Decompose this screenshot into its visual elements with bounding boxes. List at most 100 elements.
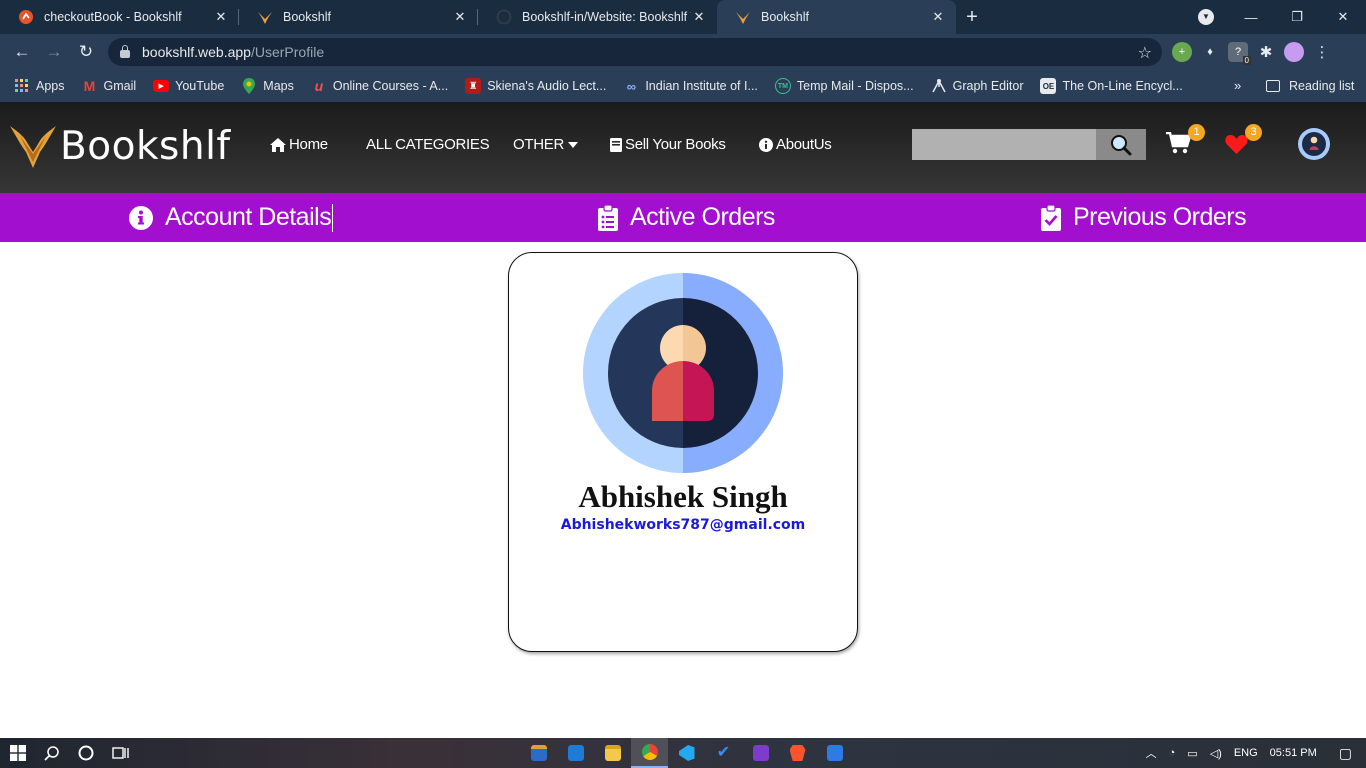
new-tab-button[interactable]: +: [956, 0, 988, 34]
tab-title: Bookshlf-in/Website: Bookshlf W: [522, 10, 691, 24]
windows-start-icon[interactable]: [10, 745, 26, 761]
bookshlf-bird-icon: [10, 126, 56, 168]
search-input[interactable]: [912, 129, 1096, 160]
bookmark-item[interactable]: Graph Editor: [931, 78, 1023, 94]
bookmark-item[interactable]: Maps: [241, 78, 294, 94]
nav-other-dropdown[interactable]: OTHER: [513, 136, 581, 153]
close-window-icon[interactable]: ✕: [1320, 9, 1366, 25]
taskbar-store-icon[interactable]: [520, 738, 557, 768]
bookmark-item[interactable]: TM Temp Mail - Dispos...: [774, 78, 914, 94]
taskbar-onenote-icon[interactable]: [742, 738, 779, 768]
tab-previous-orders[interactable]: Previous Orders: [1041, 193, 1247, 242]
back-icon[interactable]: ←: [6, 42, 38, 62]
browser-tab[interactable]: Bookshlf-in/Website: Bookshlf W ✕: [478, 0, 717, 34]
minimize-icon[interactable]: —: [1228, 10, 1274, 25]
user-email[interactable]: Abhishekworks787@gmail.com: [509, 517, 857, 533]
nav-home[interactable]: Home: [270, 136, 328, 153]
search-icon[interactable]: [44, 745, 60, 761]
volume-icon[interactable]: ◁): [1210, 747, 1222, 760]
bookshlf-logo-icon: [735, 9, 751, 25]
shield-extension-icon[interactable]: ? 0: [1228, 42, 1251, 65]
bookmark-item[interactable]: M Gmail: [82, 78, 137, 94]
taskbar-vscode-icon[interactable]: [668, 738, 705, 768]
github-icon: [496, 9, 512, 25]
shield-crest-icon: ♜: [465, 78, 482, 94]
wishlist-button[interactable]: [1225, 134, 1248, 159]
bookmark-item[interactable]: ♜ Skiena's Audio Lect...: [465, 78, 606, 94]
kebab-menu-icon[interactable]: ⋮: [1312, 42, 1332, 62]
task-view-icon[interactable]: [112, 745, 130, 761]
taskbar-word-icon[interactable]: [816, 738, 853, 768]
extensions-area: + ♦ ? 0 ✱ ⋮: [1172, 34, 1332, 70]
browser-toolbar: ← → ↻ bookshlf.web.app/UserProfile ☆ + ♦…: [0, 34, 1366, 70]
bookmark-label: Maps: [263, 79, 294, 93]
profile-button[interactable]: [1298, 128, 1330, 160]
gmail-icon: M: [83, 78, 96, 94]
url-host: bookshlf.web.app: [142, 44, 251, 60]
nav-all-categories[interactable]: ALL CATEGORIES: [366, 136, 490, 153]
browser-tab-active[interactable]: Bookshlf ✕: [717, 0, 956, 34]
nav-label: ALL CATEGORIES: [366, 136, 490, 153]
tray-chevron-icon[interactable]: ︿: [1146, 745, 1157, 761]
taskbar-mail-icon[interactable]: [557, 738, 594, 768]
bookmark-label: The On-Line Encycl...: [1062, 79, 1183, 93]
nav-sell-books[interactable]: Sell Your Books: [610, 136, 726, 153]
taskbar-explorer-icon[interactable]: [594, 738, 631, 768]
notifications-icon[interactable]: ▢: [1339, 745, 1352, 762]
address-bar[interactable]: bookshlf.web.app/UserProfile ☆: [108, 38, 1162, 66]
udemy-icon: u: [314, 78, 324, 94]
text-cursor: [332, 203, 334, 232]
close-tab-icon[interactable]: ✕: [930, 9, 946, 25]
reload-icon[interactable]: ↻: [70, 42, 102, 62]
search-button[interactable]: [1096, 129, 1146, 160]
restore-icon[interactable]: ❐: [1274, 9, 1320, 25]
nav-label: AboutUs: [776, 136, 832, 153]
reading-list-label: Reading list: [1289, 79, 1355, 93]
window-controls: — ❐ ✕: [1228, 0, 1366, 34]
nav-about-us[interactable]: AboutUs: [759, 136, 832, 153]
taskbar-brave-icon[interactable]: [779, 738, 816, 768]
bookmark-item[interactable]: u Online Courses - A...: [311, 78, 449, 94]
browser-tab[interactable]: checkoutBook - Bookshlf ✕: [0, 0, 239, 34]
cortana-icon[interactable]: [78, 745, 94, 761]
bookmark-label: YouTube: [175, 79, 225, 93]
profile-avatar-icon: [583, 273, 783, 473]
bookmarks-bar: Apps M Gmail ▶ YouTube Maps u Online Course…: [0, 70, 1366, 102]
close-tab-icon[interactable]: ✕: [213, 9, 229, 25]
cart-button[interactable]: [1166, 131, 1192, 159]
bookmark-item[interactable]: ∞ Indian Institute of I...: [623, 78, 758, 94]
reading-list-button[interactable]: Reading list: [1266, 70, 1354, 102]
bookmark-item[interactable]: ▶ YouTube: [153, 79, 224, 93]
forward-icon[interactable]: →: [38, 42, 70, 62]
tab-title: checkoutBook - Bookshlf: [44, 10, 182, 24]
browser-tab[interactable]: Bookshlf ✕: [239, 0, 478, 34]
wifi-icon[interactable]: ◔: [1169, 747, 1176, 759]
site-logo[interactable]: Bookshlf: [10, 122, 231, 170]
bookshlf-orange-icon: [18, 9, 34, 25]
bookmarks-overflow-icon[interactable]: »: [1234, 78, 1241, 93]
language-indicator[interactable]: ENG: [1234, 747, 1258, 759]
info-circle-icon: [129, 205, 153, 230]
graph-icon: [931, 78, 947, 94]
search-icon: [1111, 134, 1132, 155]
taskbar-todo-icon[interactable]: ✔: [705, 738, 742, 768]
tab-search-icon[interactable]: ▼: [1198, 9, 1214, 25]
nav-label: OTHER: [513, 136, 565, 153]
bookshlf-logo-icon: [257, 9, 273, 25]
bookmark-item[interactable]: OE The On-Line Encycl...: [1040, 78, 1183, 94]
close-tab-icon[interactable]: ✕: [691, 9, 707, 25]
bookmark-item[interactable]: Apps: [14, 78, 65, 94]
account-avatar-icon[interactable]: [1284, 42, 1304, 62]
tab-active-orders[interactable]: Active Orders: [598, 193, 775, 242]
add-extension-icon[interactable]: +: [1172, 42, 1192, 62]
bookmark-star-icon[interactable]: ☆: [1138, 43, 1152, 63]
battery-icon[interactable]: ▭: [1187, 747, 1197, 760]
puzzle-icon[interactable]: ✱: [1256, 42, 1276, 62]
tab-label: Account Details: [165, 203, 332, 231]
clock[interactable]: 05:51 PM: [1270, 747, 1317, 759]
tab-account-details[interactable]: Account Details: [129, 193, 334, 242]
lock-icon[interactable]: [120, 45, 130, 58]
lightbulb-icon[interactable]: ♦: [1200, 42, 1220, 62]
taskbar-chrome-icon[interactable]: [631, 738, 668, 768]
close-tab-icon[interactable]: ✕: [452, 9, 468, 25]
